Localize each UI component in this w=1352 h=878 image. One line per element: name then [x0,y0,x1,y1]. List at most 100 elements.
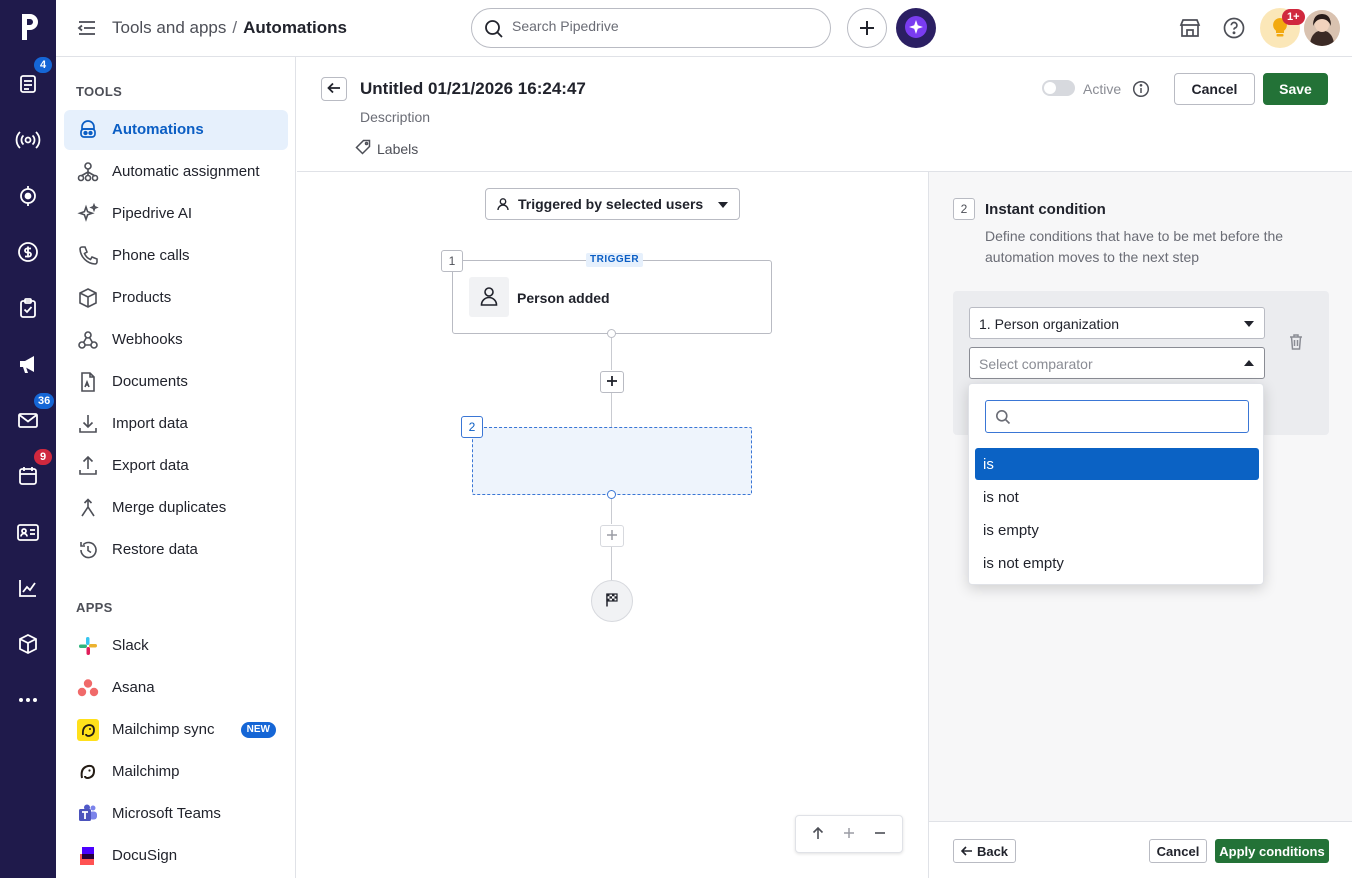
automation-title[interactable]: Untitled 01/21/2026 16:24:47 [360,79,586,99]
step-1-number: 1 [441,250,463,272]
notification-badge: 1+ [1282,9,1305,25]
comparator-search[interactable] [985,400,1249,433]
tag-icon [355,139,371,158]
app-rail: 4 36 9 [0,0,56,878]
apply-conditions-button[interactable]: Apply conditions [1215,839,1329,863]
trigger-user-select[interactable]: Triggered by selected users [485,188,740,220]
breadcrumb-tools-and-apps[interactable]: Tools and apps [112,18,226,37]
quick-add-button[interactable] [847,8,887,48]
sidebar-item-label: Slack [112,637,149,654]
back-button[interactable] [321,77,347,101]
active-toggle[interactable] [1042,80,1075,96]
automations-icon [76,119,100,141]
cancel-button[interactable]: Cancel [1174,73,1255,105]
sidebar-item-pipedrive-ai[interactable]: Pipedrive AI [64,194,288,234]
leads-icon[interactable] [14,70,42,98]
trigger-node-icon-box [469,277,509,317]
arrow-left-icon [960,844,973,859]
marketplace-store-icon[interactable] [1178,16,1202,40]
collapse-menu-icon[interactable] [76,17,100,39]
mailchimp-sync-icon [76,719,100,741]
sparkle-icon [76,203,100,225]
automation-header: Untitled 01/21/2026 16:24:47 Description… [297,57,1352,172]
deals-dollar-icon[interactable] [14,238,42,266]
global-search[interactable] [471,8,831,48]
sidebar-item-merge-duplicates[interactable]: Merge duplicates [64,488,288,528]
caret-down-icon [1244,321,1254,327]
caret-up-icon [1244,360,1254,366]
restore-icon [76,539,100,561]
info-icon[interactable] [1132,80,1150,98]
sidebar-item-automations[interactable]: Automations [64,110,288,150]
add-step-button-disabled[interactable] [600,525,624,547]
sidebar-item-export-data[interactable]: Export data [64,446,288,486]
merge-icon [76,497,100,519]
contacts-card-icon[interactable] [14,518,42,546]
panel-step-number: 2 [953,198,975,220]
comparator-search-input[interactable] [1018,409,1238,425]
panel-cancel-button[interactable]: Cancel [1149,839,1207,863]
add-step-button[interactable] [600,371,624,393]
save-button[interactable]: Save [1263,73,1328,105]
sidebar-item-automatic-assignment[interactable]: Automatic assignment [64,152,288,192]
comparator-option-is[interactable]: is [975,448,1259,480]
sidebar-item-label: Restore data [112,541,198,558]
step-2-number: 2 [461,416,483,438]
sidebar-item-phone-calls[interactable]: Phone calls [64,236,288,276]
new-badge: NEW [240,722,276,738]
sidebar-item-mailchimp-sync[interactable]: Mailchimp sync NEW [64,710,288,750]
active-label: Active [1083,81,1122,97]
user-avatar[interactable] [1304,10,1340,46]
tools-sidebar: TOOLS Automations Automatic assignment P… [56,57,296,878]
sidebar-item-label: Documents [112,373,188,390]
calendar-badge: 9 [34,449,52,465]
target-icon[interactable] [14,182,42,210]
activities-clipboard-icon[interactable] [14,294,42,322]
automation-canvas[interactable]: Triggered by selected users Person added… [297,172,928,878]
breadcrumb: Tools and apps / Automations [112,18,347,38]
sidebar-item-label: Pipedrive AI [112,205,193,222]
comparator-option-is-not-empty[interactable]: is not empty [975,547,1259,579]
webhook-icon [76,329,100,351]
ai-assistant-button[interactable] [896,8,936,48]
sidebar-item-mailchimp[interactable]: Mailchimp [64,752,288,792]
sidebar-item-docusign[interactable]: DocuSign [64,836,288,876]
sidebar-item-label: Asana [112,679,155,696]
sidebar-item-slack[interactable]: Slack [64,626,288,666]
sidebar-item-import-data[interactable]: Import data [64,404,288,444]
comparator-option-is-not[interactable]: is not [975,481,1259,513]
calendar-icon[interactable] [14,462,42,490]
sidebar-item-documents[interactable]: Documents [64,362,288,402]
labels-button[interactable]: Labels [355,139,418,158]
arrow-up-icon[interactable] [811,826,825,843]
condition-field-select[interactable]: 1. Person organization [969,307,1265,339]
automation-description[interactable]: Description [360,109,430,125]
more-dots-icon[interactable] [14,686,42,714]
teams-icon [76,803,100,825]
sidebar-item-label: DocuSign [112,847,178,864]
panel-back-button[interactable]: Back [953,839,1016,863]
sidebar-item-products[interactable]: Products [64,278,288,318]
help-icon[interactable] [1222,16,1246,40]
zoom-out-icon[interactable] [873,826,887,843]
products-box-icon[interactable] [14,630,42,658]
broadcast-icon[interactable] [14,126,42,154]
sidebar-item-microsoft-teams[interactable]: Microsoft Teams [64,794,288,834]
insights-chart-icon[interactable] [14,574,42,602]
condition-node-placeholder[interactable] [472,427,752,495]
search-input[interactable] [512,18,812,34]
zoom-in-icon[interactable] [842,826,856,843]
campaigns-megaphone-icon[interactable] [14,350,42,378]
person-icon [479,285,499,310]
sidebar-item-asana[interactable]: Asana [64,668,288,708]
trigger-node[interactable]: Person added [452,260,772,334]
comparator-option-is-empty[interactable]: is empty [975,514,1259,546]
sidebar-item-restore-data[interactable]: Restore data [64,530,288,570]
mail-icon[interactable] [14,406,42,434]
slack-icon [76,635,100,657]
end-node [591,580,633,622]
comparator-select[interactable]: Select comparator [969,347,1265,379]
trash-icon[interactable] [1288,333,1304,351]
pipedrive-logo-icon[interactable] [14,10,42,44]
sidebar-item-webhooks[interactable]: Webhooks [64,320,288,360]
